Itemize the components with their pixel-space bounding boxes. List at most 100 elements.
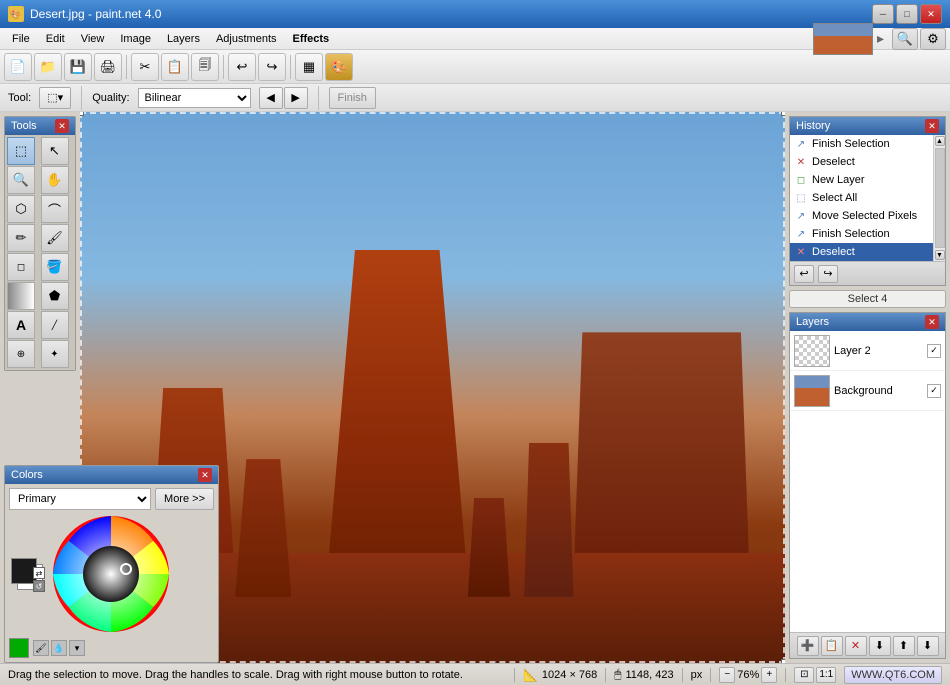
color-tool-3[interactable]: ▾ bbox=[69, 640, 85, 656]
tool-brush[interactable]: 🖌 bbox=[41, 224, 69, 252]
colors-close[interactable]: ✕ bbox=[198, 468, 212, 482]
tool-eraser[interactable]: ◻ bbox=[7, 253, 35, 281]
toolbar-search[interactable]: 🔍 bbox=[892, 28, 918, 50]
menubar: File Edit View Image Layers Adjustments … bbox=[0, 28, 950, 50]
tool-pencil[interactable]: ✏ bbox=[7, 224, 35, 252]
delete-layer-btn[interactable]: ✕ bbox=[845, 636, 867, 656]
status-dimensions: 📐 1024 × 768 bbox=[523, 668, 597, 682]
tool-rect-select[interactable]: ⬚ bbox=[7, 137, 35, 165]
add-layer-btn[interactable]: ➕ bbox=[797, 636, 819, 656]
history-panel: History ✕ ↗ Finish Selection ✕ Deselect … bbox=[789, 116, 946, 286]
merge-layer-btn[interactable]: ⬇ bbox=[869, 636, 891, 656]
finish-button[interactable]: Finish bbox=[329, 87, 376, 109]
green-swatch[interactable] bbox=[9, 638, 29, 658]
tool-paint-bucket[interactable]: 🪣 bbox=[41, 253, 69, 281]
layers-close[interactable]: ✕ bbox=[925, 315, 939, 329]
color-mode-select[interactable]: Primary Secondary bbox=[9, 488, 151, 510]
history-item[interactable]: ✕ Deselect bbox=[790, 153, 933, 171]
status-sep-3 bbox=[682, 668, 683, 682]
layer-item[interactable]: Layer 2 ✓ bbox=[790, 331, 945, 371]
menu-adjustments[interactable]: Adjustments bbox=[208, 29, 285, 49]
redo-history-btn[interactable]: ↪ bbox=[818, 265, 838, 283]
history-scrollbar[interactable]: ▲ ▼ bbox=[933, 135, 945, 261]
grid-button[interactable]: ▦ bbox=[295, 53, 323, 81]
copy-button[interactable]: 📋 bbox=[161, 53, 189, 81]
tool-move[interactable]: ↖ bbox=[41, 137, 69, 165]
save-button[interactable]: 💾 bbox=[64, 53, 92, 81]
tool-text[interactable]: A bbox=[7, 311, 35, 339]
tool-select-btn[interactable]: ⬚▾ bbox=[39, 87, 71, 109]
swap-colors-icon[interactable]: ⇄ bbox=[33, 567, 45, 579]
undo-button[interactable]: ↩ bbox=[228, 53, 256, 81]
undo-history-btn[interactable]: ↩ bbox=[794, 265, 814, 283]
history-label: New Layer bbox=[812, 174, 865, 186]
titlebar: 🎨 Desert.jpg - paint.net 4.0 ─ □ ✕ bbox=[0, 0, 950, 28]
fit-window-btn[interactable]: ⊡ bbox=[794, 667, 814, 683]
tool-zoom[interactable]: 🔍 bbox=[7, 166, 35, 194]
duplicate-layer-btn[interactable]: 📋 bbox=[821, 636, 843, 656]
menu-image[interactable]: Image bbox=[112, 29, 159, 49]
color-wheel-svg bbox=[51, 514, 171, 634]
history-item[interactable]: ↗ Finish Selection bbox=[790, 135, 933, 153]
tool-clone[interactable]: ⊕ bbox=[7, 340, 35, 368]
toolbar-settings[interactable]: ⚙ bbox=[920, 28, 946, 50]
color-swatches: ⇄ ↺ bbox=[9, 556, 45, 592]
history-item[interactable]: ↗ Move Selected Pixels bbox=[790, 207, 933, 225]
tool-magic-wand[interactable]: ⬡ bbox=[7, 195, 35, 223]
menu-file[interactable]: File bbox=[4, 29, 38, 49]
color-button[interactable]: 🎨 bbox=[325, 53, 353, 81]
cut-button[interactable]: ✂ bbox=[131, 53, 159, 81]
reset-colors-icon[interactable]: ↺ bbox=[33, 580, 45, 592]
zoom-value: 76% bbox=[737, 669, 759, 681]
paste-button[interactable]: 🗐 bbox=[191, 53, 219, 81]
move-layer-up[interactable]: ⬆ bbox=[893, 636, 915, 656]
zoom-out-btn[interactable]: − bbox=[719, 667, 735, 683]
new-button[interactable]: 📄 bbox=[4, 53, 32, 81]
history-close[interactable]: ✕ bbox=[925, 119, 939, 133]
move-layer-down[interactable]: ⬇ bbox=[917, 636, 939, 656]
menu-edit[interactable]: Edit bbox=[38, 29, 73, 49]
handle-tl[interactable] bbox=[80, 112, 84, 116]
tool-line[interactable]: ╱ bbox=[41, 311, 69, 339]
coords-value: 1148, 423 bbox=[626, 669, 674, 681]
main-toolbar: 📄 📁 💾 🖨 ✂ 📋 🗐 ↩ ↪ ▦ 🎨 bbox=[0, 50, 950, 84]
layer-item-background[interactable]: Background ✓ bbox=[790, 371, 945, 411]
history-item[interactable]: ↗ Finish Selection bbox=[790, 225, 933, 243]
history-label: Select All bbox=[812, 192, 857, 204]
quality-prev[interactable]: ◀ bbox=[259, 87, 283, 109]
scroll-up[interactable]: ▲ bbox=[935, 136, 945, 146]
tools-panel-close[interactable]: ✕ bbox=[55, 119, 69, 133]
handle-tr[interactable] bbox=[781, 112, 785, 116]
tool-lasso[interactable]: ⌒ bbox=[41, 195, 69, 223]
redo-button[interactable]: ↪ bbox=[258, 53, 286, 81]
menu-view[interactable]: View bbox=[73, 29, 113, 49]
quality-select[interactable]: Nearest Neighbor Bilinear Bicubic bbox=[138, 88, 251, 108]
print-button[interactable]: 🖨 bbox=[94, 53, 122, 81]
maximize-button[interactable]: □ bbox=[896, 4, 918, 24]
layer-visibility-toggle[interactable]: ✓ bbox=[927, 344, 941, 358]
color-tool-2[interactable]: 💧 bbox=[51, 640, 67, 656]
history-item[interactable]: ⬚ Select All bbox=[790, 189, 933, 207]
tool-gradient[interactable] bbox=[7, 282, 35, 310]
quality-next[interactable]: ▶ bbox=[284, 87, 308, 109]
zoom-100-btn[interactable]: 1:1 bbox=[816, 667, 836, 683]
close-button[interactable]: ✕ bbox=[920, 4, 942, 24]
zoom-in-btn[interactable]: + bbox=[761, 667, 777, 683]
menu-effects[interactable]: Effects bbox=[285, 29, 338, 49]
tool-shapes[interactable]: ⬟ bbox=[41, 282, 69, 310]
history-item-selected[interactable]: ✕ Deselect bbox=[790, 243, 933, 261]
color-wheel[interactable] bbox=[51, 514, 171, 634]
color-tool-1[interactable]: 🖌 bbox=[33, 640, 49, 656]
layer-visibility-bg[interactable]: ✓ bbox=[927, 384, 941, 398]
more-colors-button[interactable]: More >> bbox=[155, 488, 214, 510]
tools-grid: ⬚ ↖ 🔍 ✋ ⬡ ⌒ ✏ 🖌 ◻ 🪣 ⬟ A ╱ ⊕ ✦ bbox=[5, 135, 75, 370]
tool-pan[interactable]: ✋ bbox=[41, 166, 69, 194]
scroll-thumb[interactable] bbox=[935, 148, 945, 248]
status-sep-1 bbox=[514, 668, 515, 682]
minimize-button[interactable]: ─ bbox=[872, 4, 894, 24]
history-item[interactable]: ◻ New Layer bbox=[790, 171, 933, 189]
scroll-down[interactable]: ▼ bbox=[935, 250, 945, 260]
tool-recolor[interactable]: ✦ bbox=[41, 340, 69, 368]
menu-layers[interactable]: Layers bbox=[159, 29, 208, 49]
open-button[interactable]: 📁 bbox=[34, 53, 62, 81]
